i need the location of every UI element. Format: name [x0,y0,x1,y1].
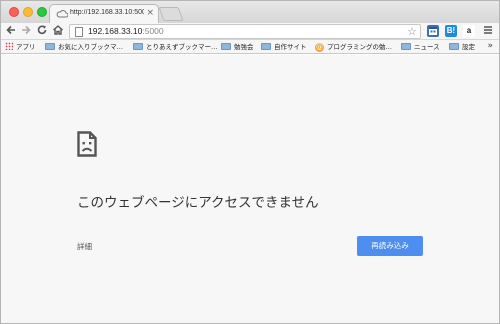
tab-strip: http://192.168.33.10:5000/ × [1,1,499,24]
error-page: このウェブページにアクセスできません 詳細 再読み込み [1,55,499,323]
address-bar[interactable]: 192.168.33.10:5000 ☆ [69,24,421,39]
bookmark-folder-study-group[interactable]: 勉強会 [221,42,254,52]
tab-active[interactable]: http://192.168.33.10:5000/ × [49,4,159,24]
home-icon[interactable] [51,24,65,38]
folder-icon [261,43,271,50]
bookmark-programming[interactable]: @ プログラミングの勉… [315,42,392,52]
page-icon [75,27,83,37]
bookmark-folder-favorites[interactable]: お気に入りブックマ… [45,42,123,52]
folder-icon [401,43,411,50]
bookmark-star-icon[interactable]: ☆ [407,25,417,38]
amazon-icon[interactable]: a [463,25,475,37]
folder-icon [133,43,143,50]
browser-window: http://192.168.33.10:5000/ × 192.168.33.… [0,0,500,324]
hatena-bookmark-icon[interactable]: B! [445,25,457,37]
bookmarks-overflow-icon[interactable]: » [487,41,493,51]
cloud-page-icon [56,10,68,18]
apps-grid-icon [5,42,13,50]
at-icon: @ [315,43,324,52]
hamburger-menu-icon[interactable] [481,24,495,38]
reload-button[interactable]: 再読み込み [357,236,423,256]
bookmark-apps[interactable]: アプリ [5,42,36,52]
bookmarks-bar: アプリ お気に入りブックマ… とりあえずブックマー… 勉強会 自作サイト @ プロ… [1,40,499,54]
back-arrow-icon[interactable] [4,24,18,38]
reload-icon[interactable] [35,24,49,38]
window-minimize-button[interactable] [23,7,33,17]
bookmark-folder-settings[interactable]: 設定 [449,42,475,52]
calendar-extension-icon[interactable] [427,25,439,37]
sad-page-icon [77,131,97,157]
window-close-button[interactable] [9,7,19,17]
tab-title: http://192.168.33.10:5000/ [70,9,144,16]
bookmark-folder-news[interactable]: ニュース [401,42,440,52]
details-link[interactable]: 詳細 [77,241,92,252]
forward-arrow-icon[interactable] [19,24,33,38]
folder-icon [45,43,55,50]
folder-icon [221,43,231,50]
toolbar: 192.168.33.10:5000 ☆ B! a [1,23,499,40]
window-maximize-button[interactable] [37,7,47,17]
bookmark-folder-temporary[interactable]: とりあえずブックマー… [133,42,218,52]
bookmark-folder-own-sites[interactable]: 自作サイト [261,42,307,52]
folder-icon [449,43,459,50]
new-tab-button[interactable] [158,7,184,21]
error-title: このウェブページにアクセスできません [77,195,319,211]
tab-close-icon[interactable]: × [146,8,154,18]
url-text: 192.168.33.10:5000 [88,26,164,36]
